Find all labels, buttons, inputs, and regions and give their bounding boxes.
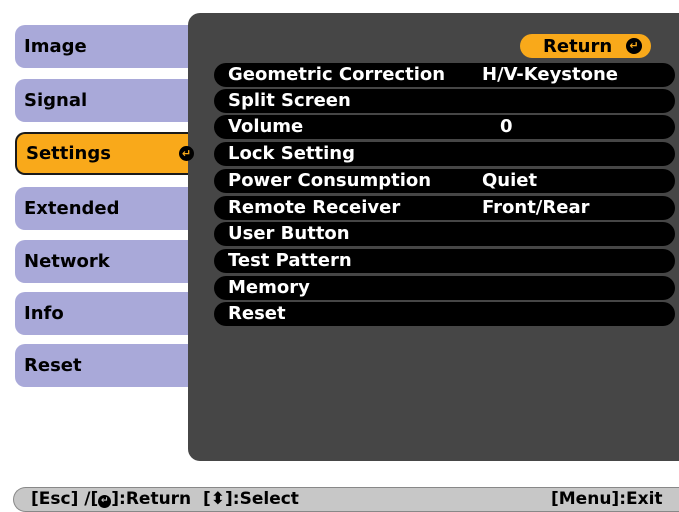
- menu-item-value: Quiet: [482, 170, 538, 191]
- return-button[interactable]: Return ↵: [520, 34, 651, 58]
- menu-item-label: Reset: [228, 303, 286, 324]
- menu-item-label: Geometric Correction: [228, 64, 446, 85]
- tab-info[interactable]: Info: [15, 292, 188, 335]
- menu-item-test-pattern[interactable]: Test Pattern: [214, 249, 675, 273]
- menu-item-user-button[interactable]: User Button: [214, 222, 675, 246]
- menu-item-label: Remote Receiver: [228, 197, 401, 218]
- menu-item-power-consumption[interactable]: Power Consumption Quiet: [214, 169, 675, 193]
- menu-item-label: Lock Setting: [228, 143, 355, 164]
- menu-item-label: Volume: [228, 116, 304, 137]
- menu-item-memory[interactable]: Memory: [214, 276, 675, 300]
- footer-hint-bar: [Esc] /[↵]:Return [⬍]:Select [Menu]:Exit: [13, 487, 679, 512]
- enter-icon: ↵: [179, 146, 194, 161]
- tab-label: Signal: [24, 90, 88, 111]
- select-hint: ]:Select: [225, 489, 299, 509]
- tab-extended[interactable]: Extended: [15, 187, 188, 230]
- menu-item-value: Front/Rear: [482, 197, 590, 218]
- enter-icon: ↵: [98, 495, 112, 508]
- menu-item-value: H/V-Keystone: [482, 64, 619, 85]
- esc-hint: [Esc] /[: [31, 489, 99, 509]
- menu-item-label: Test Pattern: [228, 250, 352, 271]
- tab-label: Image: [24, 36, 87, 57]
- tab-settings[interactable]: Settings ↵: [15, 132, 194, 175]
- exit-hint: [Menu]:Exit: [551, 489, 663, 509]
- select-hint-open: [: [203, 489, 211, 509]
- menu-item-value: 0: [500, 116, 513, 137]
- menu-item-volume[interactable]: Volume 0: [214, 115, 675, 139]
- menu-item-lock-setting[interactable]: Lock Setting: [214, 142, 675, 166]
- return-label: Return: [543, 35, 613, 57]
- tab-label: Reset: [24, 355, 82, 376]
- enter-icon: ↵: [626, 38, 642, 54]
- footer-hint-left: [Esc] /[↵]:Return [⬍]:Select: [31, 489, 299, 509]
- menu-item-label: User Button: [228, 223, 350, 244]
- tab-label: Settings: [26, 143, 111, 164]
- updown-arrow-icon: ⬍: [210, 489, 226, 509]
- menu-item-label: Power Consumption: [228, 170, 432, 191]
- menu-item-geometric-correction[interactable]: Geometric Correction H/V-Keystone: [214, 63, 675, 87]
- tab-label: Extended: [24, 198, 120, 219]
- tab-label: Info: [24, 303, 64, 324]
- menu-item-split-screen[interactable]: Split Screen: [214, 89, 675, 113]
- tab-label: Network: [24, 251, 110, 272]
- tab-signal[interactable]: Signal: [15, 79, 188, 122]
- menu-item-reset[interactable]: Reset: [214, 302, 675, 326]
- menu-item-label: Split Screen: [228, 90, 351, 111]
- menu-item-label: Memory: [228, 277, 310, 298]
- menu-item-remote-receiver[interactable]: Remote Receiver Front/Rear: [214, 196, 675, 220]
- tab-image[interactable]: Image: [15, 25, 188, 68]
- tab-reset[interactable]: Reset: [15, 344, 188, 387]
- return-hint: ]:Return: [111, 489, 192, 509]
- tab-network[interactable]: Network: [15, 240, 188, 283]
